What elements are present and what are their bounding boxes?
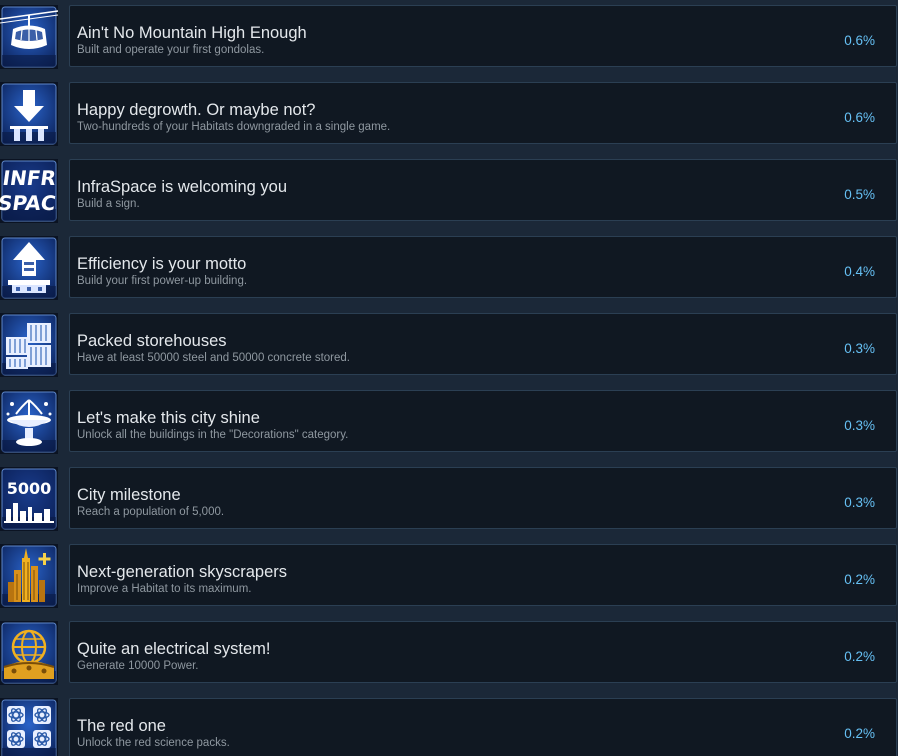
achievement-list: Ain't No Mountain High Enough Built and o…: [0, 0, 898, 756]
achievement-title: Packed storehouses: [77, 332, 227, 350]
achievement-row[interactable]: INFR SPAC InfraSpace is welcoming you Buil…: [0, 159, 898, 223]
achievement-card[interactable]: The red one Unlock the red science packs.…: [69, 698, 897, 756]
achievement-card[interactable]: Quite an electrical system! Generate 1000…: [69, 621, 897, 683]
science-atom-icon: [0, 698, 58, 756]
unlock-percentage: 0.3%: [844, 418, 875, 433]
achievement-card[interactable]: Let's make this city shine Unlock all the…: [69, 390, 897, 452]
achievement-description: Build a sign.: [77, 198, 140, 210]
skyscraper-plus-icon: [0, 544, 58, 608]
achievement-card[interactable]: City milestone Reach a population of 5,00…: [69, 467, 897, 529]
achievement-title: Efficiency is your motto: [77, 255, 247, 273]
unlock-percentage: 0.5%: [844, 187, 875, 202]
achievement-row[interactable]: Next-generation skyscrapers Improve a Hab…: [0, 544, 898, 608]
achievement-description: Unlock all the buildings in the "Decorat…: [77, 429, 349, 441]
unlock-percentage: 0.6%: [844, 33, 875, 48]
achievement-title: Happy degrowth. Or maybe not?: [77, 101, 316, 119]
unlock-percentage: 0.3%: [844, 341, 875, 356]
gondola-icon: [0, 5, 58, 69]
unlock-percentage: 0.4%: [844, 264, 875, 279]
achievement-description: Build your first power-up building.: [77, 275, 248, 287]
achievement-card[interactable]: Packed storehouses Have at least 50000 st…: [69, 313, 897, 375]
achievement-row[interactable]: Packed storehouses Have at least 50000 st…: [0, 313, 898, 377]
svg-text:SPAC: SPAC: [0, 191, 57, 215]
achievement-description: Improve a Habitat to its maximum.: [77, 583, 252, 595]
achievement-description: Generate 10000 Power.: [77, 660, 199, 672]
unlock-percentage: 0.2%: [844, 649, 875, 664]
achievement-row[interactable]: Quite an electrical system! Generate 1000…: [0, 621, 898, 685]
achievement-description: Built and operate your first gondolas.: [77, 44, 265, 56]
achievement-row[interactable]: Efficiency is your motto Build your first…: [0, 236, 898, 300]
achievement-description: Unlock the red science packs.: [77, 737, 230, 749]
achievement-title: The red one: [77, 717, 166, 735]
unlock-percentage: 0.3%: [844, 495, 875, 510]
achievement-title: Let's make this city shine: [77, 409, 260, 427]
achievement-card[interactable]: InfraSpace is welcoming you Build a sign.…: [69, 159, 897, 221]
achievement-row[interactable]: 5000 City milestone Reach a population of…: [0, 467, 898, 531]
achievement-title: Ain't No Mountain High Enough: [77, 24, 307, 42]
achievement-card[interactable]: Next-generation skyscrapers Improve a Hab…: [69, 544, 897, 606]
achievement-title: City milestone: [77, 486, 181, 504]
infraspace-sign-icon: INFR SPAC: [0, 159, 58, 223]
achievement-title: InfraSpace is welcoming you: [77, 178, 288, 196]
achievement-description: Reach a population of 5,000.: [77, 506, 225, 518]
power-globe-icon: [0, 621, 58, 685]
unlock-percentage: 0.2%: [844, 726, 875, 741]
achievement-card[interactable]: Ain't No Mountain High Enough Built and o…: [69, 5, 897, 67]
unlock-percentage: 0.6%: [844, 110, 875, 125]
storehouse-icon: [0, 313, 58, 377]
downgrade-arrow-icon: [0, 82, 58, 146]
population-5000-icon: 5000: [0, 467, 58, 531]
achievement-card[interactable]: Happy degrowth. Or maybe not? Two-hundred…: [69, 82, 897, 144]
achievement-description: Have at least 50000 steel and 50000 conc…: [77, 352, 350, 364]
fountain-icon: [0, 390, 58, 454]
achievement-row[interactable]: Happy degrowth. Or maybe not? Two-hundred…: [0, 82, 898, 146]
power-up-arrow-icon: [0, 236, 58, 300]
unlock-percentage: 0.2%: [844, 572, 875, 587]
achievement-card[interactable]: Efficiency is your motto Build your first…: [69, 236, 897, 298]
achievement-row[interactable]: Let's make this city shine Unlock all the…: [0, 390, 898, 454]
achievement-description: Two-hundreds of your Habitats downgraded…: [77, 121, 391, 133]
achievement-title: Next-generation skyscrapers: [77, 563, 288, 581]
achievement-row[interactable]: Ain't No Mountain High Enough Built and o…: [0, 5, 898, 69]
achievement-title: Quite an electrical system!: [77, 640, 271, 658]
achievement-row[interactable]: The red one Unlock the red science packs.…: [0, 698, 898, 756]
svg-text:INFR: INFR: [1, 166, 58, 190]
svg-text:5000: 5000: [7, 479, 52, 498]
